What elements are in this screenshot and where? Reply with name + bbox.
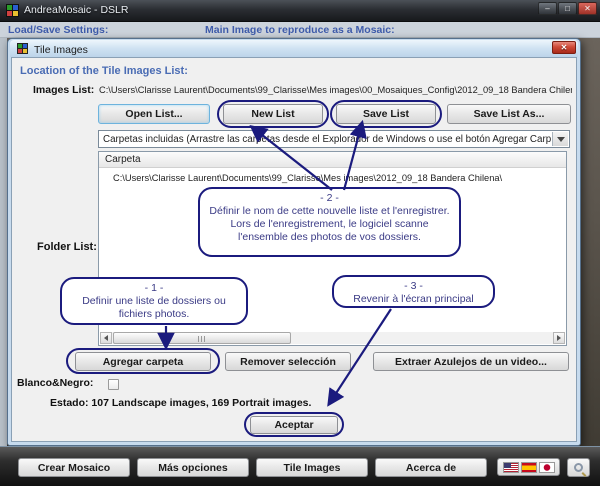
callout-step-2: - 2 - Définir le nom de cette nouvelle l… <box>198 187 461 257</box>
callout-text: Definir une liste de dossiers ou fichier… <box>68 295 240 321</box>
load-save-settings-label: Load/Save Settings: <box>8 24 108 36</box>
scroll-left-icon[interactable] <box>100 332 112 344</box>
included-folders-dropdown[interactable]: Carpetas incluidas (Arrastre las carpeta… <box>98 130 570 148</box>
chevron-down-icon[interactable] <box>552 132 568 146</box>
callout-step-number: - 2 - <box>206 192 453 205</box>
main-image-label: Main Image to reproduce as a Mosaic: <box>205 24 395 36</box>
callout-step-number: - 1 - <box>68 282 240 295</box>
callout-step-1: - 1 - Definir une liste de dossiers ou f… <box>60 277 248 325</box>
tile-images-button[interactable]: Tile Images <box>256 458 368 477</box>
spain-flag-icon <box>521 462 537 473</box>
language-flags-button[interactable] <box>497 458 560 476</box>
close-icon[interactable]: ✕ <box>578 2 597 15</box>
application-window: AndreaMosaic - DSLR – □ ✕ Load/Save Sett… <box>0 0 600 486</box>
scroll-right-icon[interactable] <box>553 332 565 344</box>
window-controls: – □ ✕ <box>538 2 597 15</box>
window-titlebar: AndreaMosaic - DSLR – □ ✕ <box>0 0 600 22</box>
us-flag-icon <box>503 462 519 473</box>
japan-flag-icon <box>539 462 555 473</box>
folder-list-label: Folder List: <box>37 241 97 253</box>
annotation-oval-agregar <box>66 348 220 374</box>
images-list-label: Images List: <box>33 84 94 96</box>
images-list-path: C:\Users\Clarisse Laurent\Documents\99_C… <box>99 85 572 95</box>
window-title: AndreaMosaic - DSLR <box>24 4 128 16</box>
callout-step-3: - 3 - Revenir à l'écran principal <box>332 275 495 308</box>
bottom-toolbar: Crear Mosaico Más opciones Tile Images A… <box>0 446 600 486</box>
location-header: Location of the Tile Images List: <box>20 65 188 77</box>
blanco-negro-checkbox[interactable] <box>108 379 119 390</box>
maximize-icon[interactable]: □ <box>558 2 577 15</box>
acerca-de-button[interactable]: Acerca de <box>375 458 487 477</box>
open-list-button[interactable]: Open List... <box>98 104 210 124</box>
save-list-as-button[interactable]: Save List As... <box>447 104 571 124</box>
horizontal-scrollbar[interactable] <box>100 332 565 344</box>
callout-text: Revenir à l'écran principal <box>340 293 487 306</box>
andreamosaic-logo-icon <box>6 4 19 17</box>
search-button[interactable] <box>567 458 590 477</box>
mosaic-icon <box>17 43 28 54</box>
mas-opciones-button[interactable]: Más opciones <box>137 458 249 477</box>
scrollbar-thumb[interactable] <box>113 332 291 344</box>
list-column-header: Carpeta <box>99 152 566 168</box>
blanco-negro-label: Blanco&Negro: <box>17 377 93 389</box>
crear-mosaico-button[interactable]: Crear Mosaico <box>18 458 130 477</box>
dialog-title: Tile Images <box>34 44 88 56</box>
list-item[interactable]: C:\Users\Clarisse Laurent\Documents\99_C… <box>113 173 502 183</box>
callout-step-number: - 3 - <box>340 280 487 293</box>
status-text: Estado: 107 Landscape images, 169 Portra… <box>50 397 311 409</box>
dialog-titlebar: Tile Images <box>10 40 578 57</box>
magnifier-icon <box>574 463 583 472</box>
callout-text: Définir le nom de cette nouvelle liste e… <box>206 205 453 244</box>
background-window-edge <box>0 38 7 446</box>
remover-seleccion-button[interactable]: Remover selección <box>225 352 351 371</box>
annotation-oval-save-list <box>330 100 442 128</box>
minimize-icon[interactable]: – <box>538 2 557 15</box>
extraer-video-button[interactable]: Extraer Azulejos de un video... <box>373 352 569 371</box>
annotation-oval-aceptar <box>244 412 344 437</box>
annotation-oval-new-list <box>217 100 329 128</box>
dialog-close-icon[interactable]: ✕ <box>552 41 576 54</box>
